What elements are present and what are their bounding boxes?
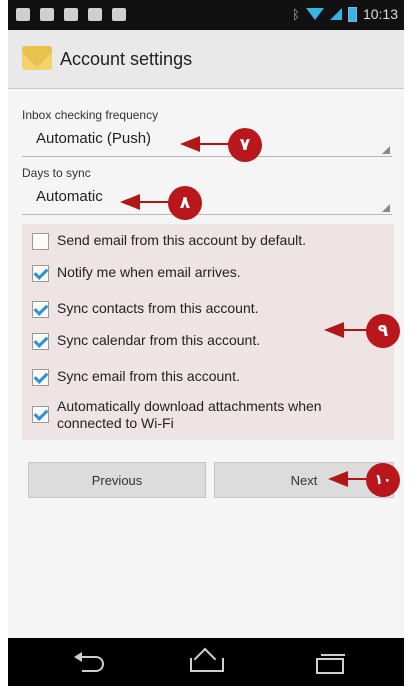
callout-arrow-icon [324,322,344,338]
checkbox[interactable] [32,406,49,423]
facebook-icon [40,8,54,21]
mail-icon [16,8,30,21]
bluetooth-icon: ᛒ [292,6,300,22]
callout-number: ٧ [228,128,262,162]
option-label: Sync contacts from this account. [57,300,259,316]
callout-number: ١٠ [366,463,400,497]
checkbox[interactable] [32,233,49,250]
spinner-arrow-icon [382,204,390,212]
callout-arrow-icon [328,471,348,487]
download-icon [88,8,102,21]
notification-icons [16,8,126,21]
battery-icon [347,6,357,22]
option-label: Send email from this account by default. [57,232,307,248]
option-send-default[interactable]: Send email from this account by default. [32,232,388,250]
option-label: Sync calendar from this account. [57,332,261,348]
callout-7: ٧ [180,128,264,162]
email-app-icon[interactable] [22,46,52,70]
option-label: Automatically download attachments when … [57,398,322,431]
option-auto-download[interactable]: Automatically download attachments when … [32,398,388,432]
days-to-sync-value: Automatic [36,188,103,205]
signal-icon [329,8,342,20]
checkbox[interactable] [32,369,49,386]
spinner-arrow-icon [382,146,390,154]
days-to-sync-spinner[interactable]: Automatic [22,186,392,215]
checkbox[interactable] [32,265,49,282]
callout-9: ٩ [324,314,402,348]
page-title: Account settings [60,49,193,69]
system-icons: ᛒ 10:13 [292,6,398,22]
callout-8: ٨ [120,186,206,220]
option-label: Notify me when email arrives. [57,264,241,280]
option-sync-email[interactable]: Sync email from this account. [32,368,388,386]
callout-number: ٩ [366,314,400,348]
callout-number: ٨ [168,186,202,220]
recent-apps-icon[interactable] [316,654,346,674]
inbox-frequency-value: Automatic (Push) [36,130,152,147]
option-notify[interactable]: Notify me when email arrives. [32,264,388,282]
callout-10: ١٠ [328,463,402,497]
back-icon[interactable] [74,652,104,672]
days-to-sync-label: Days to sync [22,166,91,180]
checkbox[interactable] [32,301,49,318]
option-label: Sync email from this account. [57,368,240,384]
status-bar: ᛒ 10:13 [8,0,404,30]
action-bar: Account settings [8,30,404,89]
previous-button[interactable]: Previous [28,462,206,498]
home-icon[interactable] [190,652,224,672]
inbox-frequency-label: Inbox checking frequency [22,108,159,122]
wifi-icon [305,8,324,20]
gamepad-icon [112,8,126,21]
sim-icon [64,8,78,21]
navigation-bar [8,638,404,686]
checkbox[interactable] [32,333,49,350]
callout-arrow-icon [180,136,200,152]
clock: 10:13 [362,6,398,22]
phone-screen: ᛒ 10:13 Account settings Inbox checking … [8,0,404,686]
callout-arrow-icon [120,194,140,210]
